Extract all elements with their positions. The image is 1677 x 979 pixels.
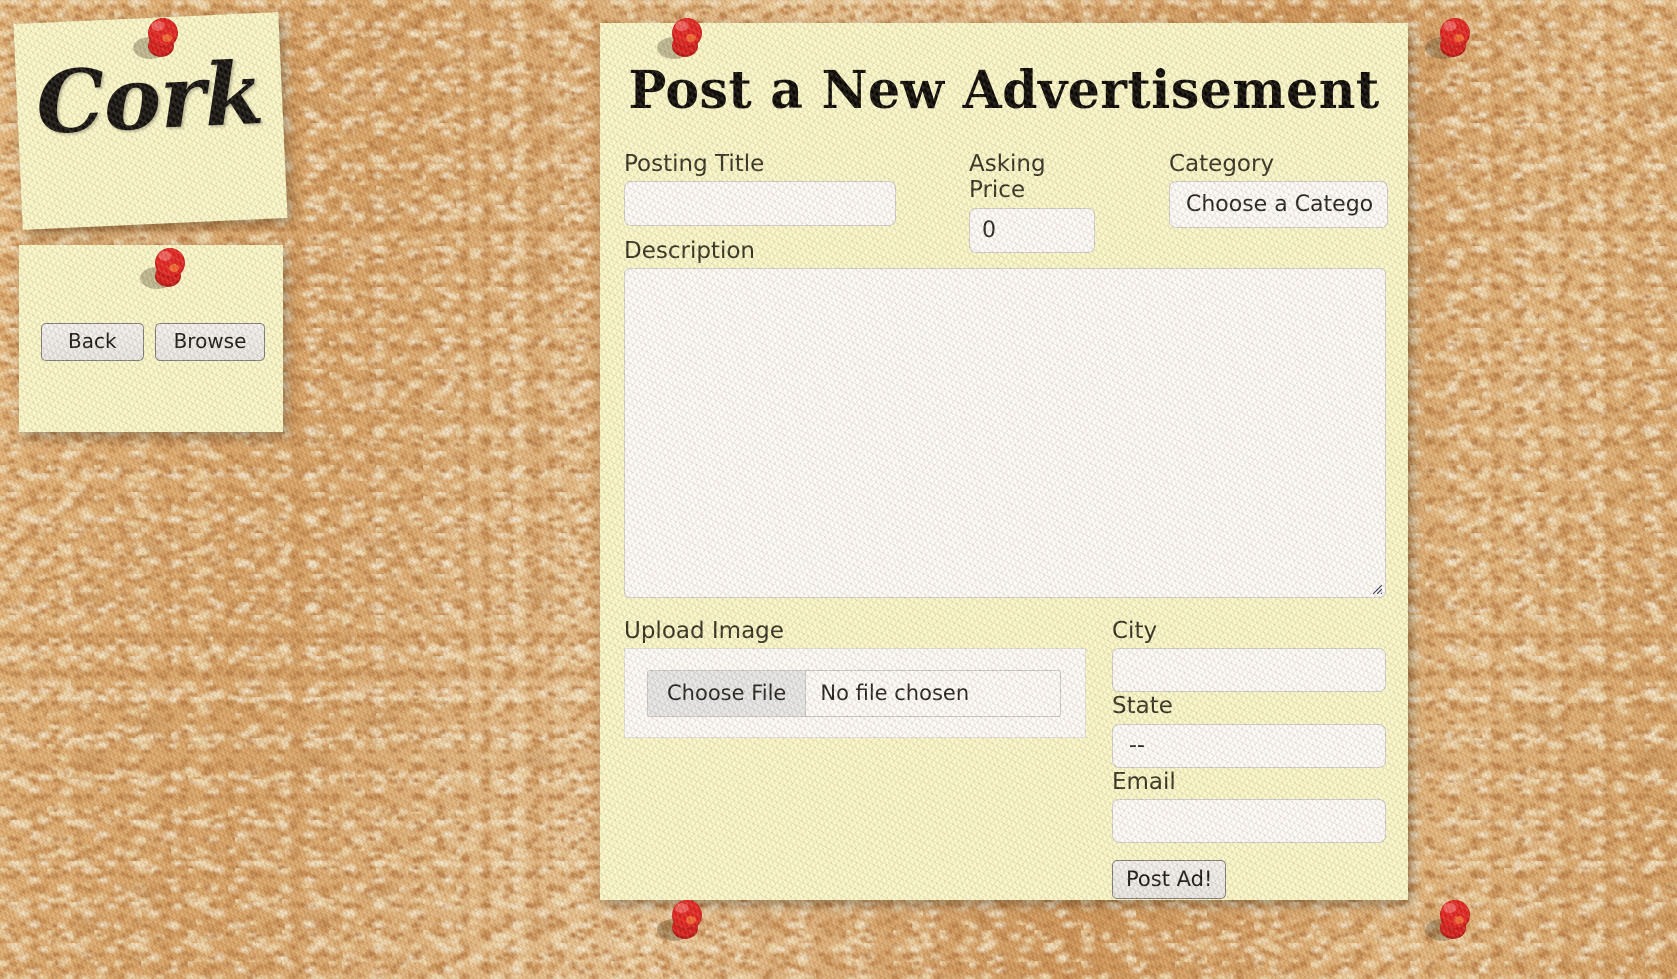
upload-image-field-group: Upload Image Choose File No file chosen [624, 618, 1086, 739]
state-select[interactable]: -- [1112, 723, 1386, 768]
description-field-group: Description [624, 238, 1386, 598]
city-label: City [1112, 618, 1158, 644]
upload-image-label: Upload Image [624, 618, 784, 644]
category-label: Category [1169, 151, 1275, 177]
description-textarea[interactable] [624, 268, 1386, 598]
pushpin-icon [1420, 8, 1482, 70]
state-field-group: State -- [1112, 693, 1386, 768]
file-name-status: No file chosen [820, 681, 970, 706]
navigation-note: Back Browse [19, 245, 283, 432]
posting-title-label: Posting Title [624, 151, 765, 177]
navigation-button-group: Back Browse [41, 323, 266, 361]
cork-title-text: Cork [33, 42, 266, 155]
posting-title-input[interactable] [624, 181, 896, 227]
state-label: State [1112, 693, 1173, 720]
choose-file-button[interactable]: Choose File [648, 670, 807, 716]
description-label: Description [624, 238, 755, 264]
upload-panel: Choose File No file chosen [624, 648, 1086, 739]
email-input[interactable] [1112, 799, 1386, 844]
email-label: Email [1112, 768, 1176, 795]
post-ad-button[interactable]: Post Ad! [1112, 860, 1227, 900]
contact-field-column: City State -- Email Post Ad! [1112, 618, 1386, 900]
page-title: Post a New Advertisement [628, 60, 1380, 121]
category-field-group: Category Choose a Category [1169, 151, 1388, 229]
browse-button[interactable]: Browse [154, 323, 266, 361]
city-field-group: City [1112, 618, 1386, 693]
email-field-group: Email [1112, 768, 1386, 844]
corkboard-background: Cork Back Browse Post a New Advertisemen… [0, 0, 1677, 979]
asking-price-label: Asking Price [969, 151, 1046, 204]
cork-title-note: Cork [13, 12, 288, 230]
submit-button-wrapper: Post Ad! [1112, 860, 1386, 900]
posting-title-field-group: Posting Title [624, 151, 896, 227]
city-input[interactable] [1112, 648, 1386, 693]
description-box-wrapper [624, 268, 1386, 598]
file-input[interactable]: Choose File No file chosen [647, 669, 1061, 717]
top-field-row: Posting Title Asking Price Category Choo… [624, 151, 1388, 253]
category-select[interactable]: Choose a Category [1169, 181, 1388, 229]
pushpin-icon [1420, 890, 1482, 952]
post-advertisement-note: Post a New Advertisement Posting Title A… [600, 23, 1408, 900]
back-button[interactable]: Back [41, 323, 144, 361]
